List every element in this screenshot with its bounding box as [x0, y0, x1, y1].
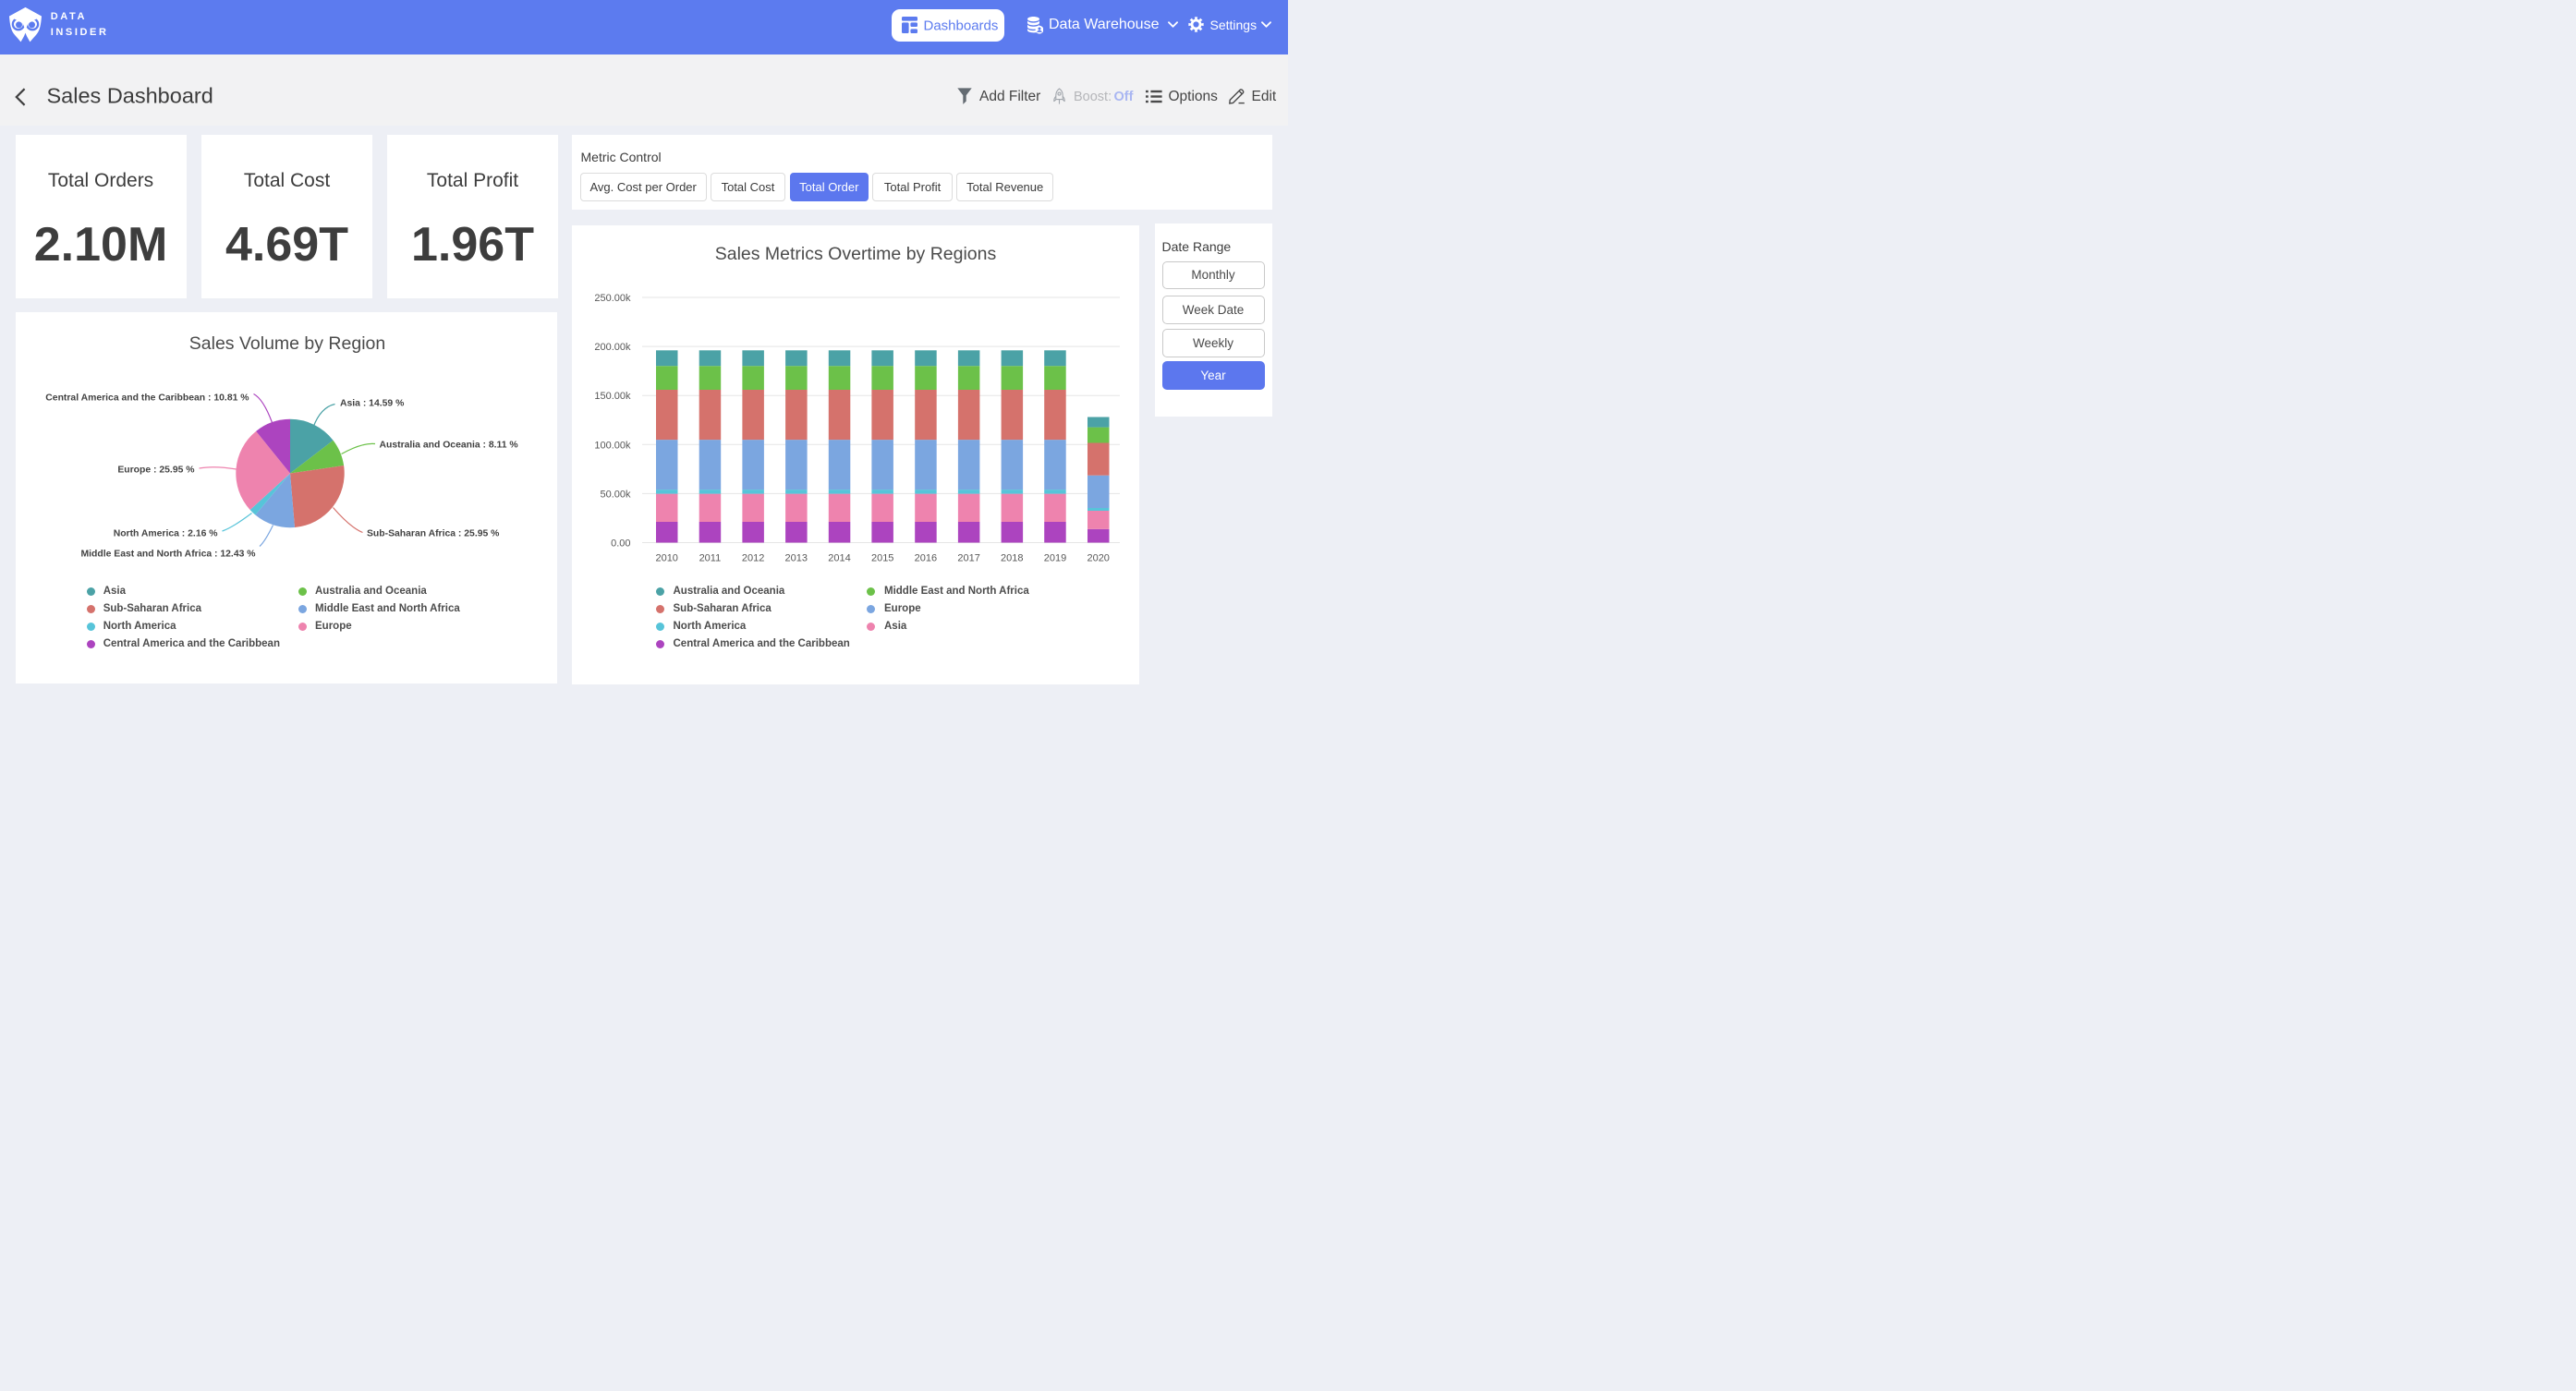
svg-text:50.00k: 50.00k	[600, 489, 631, 500]
svg-text:Central America and the Caribb: Central America and the Caribbean : 10.8…	[45, 393, 249, 404]
svg-text:Sales Volume by Region: Sales Volume by Region	[188, 333, 384, 354]
svg-text:2011: 2011	[699, 553, 722, 564]
svg-text:0.00: 0.00	[611, 538, 630, 550]
svg-text:Australia and Oceania : 8.11 %: Australia and Oceania : 8.11 %	[379, 441, 517, 451]
svg-text:Sales Metrics Overtime by Regi: Sales Metrics Overtime by Regions	[715, 244, 997, 264]
svg-text:250.00k: 250.00k	[594, 293, 631, 304]
svg-text:2019: 2019	[1044, 553, 1066, 564]
svg-text:2018: 2018	[1001, 553, 1023, 564]
svg-text:Middle East and North Africa :: Middle East and North Africa : 12.43 %	[80, 550, 255, 560]
svg-text:150.00k: 150.00k	[594, 391, 631, 402]
svg-text:2010: 2010	[655, 553, 677, 564]
svg-text:2014: 2014	[828, 553, 850, 564]
svg-text:2016: 2016	[915, 553, 937, 564]
svg-text:100.00k: 100.00k	[594, 440, 631, 451]
svg-text:Sub-Saharan Africa : 25.95 %: Sub-Saharan Africa : 25.95 %	[367, 529, 499, 539]
svg-text:Europe : 25.95 %: Europe : 25.95 %	[117, 466, 194, 476]
svg-text:North America : 2.16 %: North America : 2.16 %	[113, 529, 217, 539]
svg-text:2015: 2015	[871, 553, 893, 564]
svg-text:2012: 2012	[742, 553, 764, 564]
svg-text:2013: 2013	[785, 553, 808, 564]
svg-text:2020: 2020	[1087, 553, 1109, 564]
svg-text:2017: 2017	[957, 553, 979, 564]
svg-text:200.00k: 200.00k	[594, 342, 631, 353]
svg-text:Asia : 14.59 %: Asia : 14.59 %	[340, 399, 404, 409]
